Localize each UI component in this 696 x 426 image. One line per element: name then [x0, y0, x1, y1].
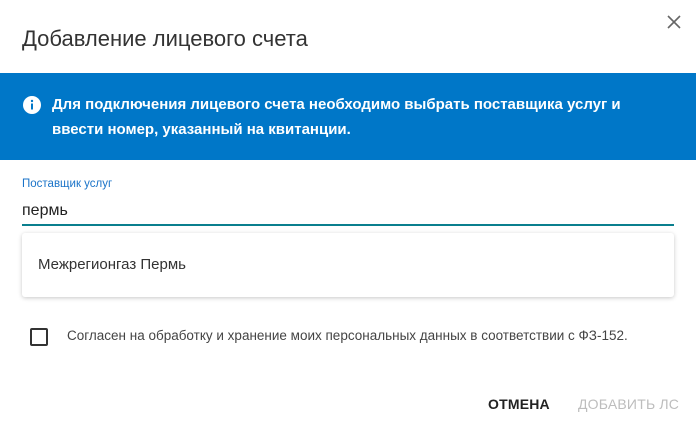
info-icon: [23, 96, 41, 114]
consent-checkbox[interactable]: [30, 328, 48, 346]
provider-field-label: Поставщик услуг: [22, 178, 113, 190]
provider-search-input[interactable]: [22, 198, 674, 226]
consent-label: Согласен на обработку и хранение моих пе…: [67, 328, 628, 343]
info-banner: Для подключения лицевого счета необходим…: [0, 73, 696, 160]
info-text: Для подключения лицевого счета необходим…: [52, 96, 621, 138]
suggestion-item[interactable]: Межрегионгаз Пермь: [22, 233, 674, 297]
close-button[interactable]: [664, 12, 684, 32]
provider-suggestions: Межрегионгаз Пермь: [22, 233, 674, 297]
suggestion-label: Межрегионгаз Пермь: [38, 256, 186, 273]
close-icon: [667, 15, 681, 29]
dialog-title: Добавление лицевого счета: [22, 26, 308, 51]
add-account-button[interactable]: ДОБАВИТЬ ЛС: [578, 396, 679, 412]
cancel-button[interactable]: ОТМЕНА: [488, 396, 550, 412]
add-account-dialog: Добавление лицевого счета Для подключени…: [0, 0, 696, 426]
